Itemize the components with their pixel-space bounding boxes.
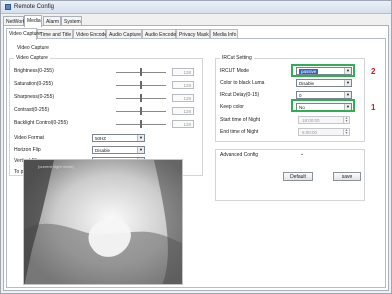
end-time-night-input[interactable]: 6:00:00 ▲ ▼ bbox=[298, 128, 350, 136]
horizon-flip-value: Disable bbox=[95, 148, 111, 153]
subtab-video-capture[interactable]: Video Capture bbox=[17, 45, 49, 51]
annotation-box-keep-color bbox=[291, 99, 355, 112]
saturation-label: Saturation(0-255) bbox=[14, 81, 53, 87]
spinner-icon[interactable]: ▲ ▼ bbox=[343, 128, 349, 135]
tab-video-capture[interactable]: Video Capture bbox=[6, 28, 41, 40]
chevron-icon[interactable]: ⌄ bbox=[300, 151, 304, 157]
group-title: IRCut Setting bbox=[220, 55, 254, 61]
sharpness-slider-thumb[interactable] bbox=[140, 94, 142, 102]
ircut-delay-label: IRcut Delay(0-15) bbox=[220, 92, 260, 98]
brightness-label: Brightness(0-255) bbox=[14, 68, 54, 74]
backlight-label: Backlight Control(0-255) bbox=[14, 120, 68, 126]
brightness-slider-thumb[interactable] bbox=[140, 68, 142, 76]
video-format-label: Video Format bbox=[14, 135, 44, 141]
default-button[interactable]: Default bbox=[283, 172, 313, 181]
backlight-slider-thumb[interactable] bbox=[140, 120, 142, 128]
advanced-config-label: Advanced Config bbox=[220, 152, 259, 158]
start-time-night-input[interactable]: 18:00:00 ▲ ▼ bbox=[298, 116, 350, 124]
chevron-down-icon: ▼ bbox=[344, 80, 351, 86]
app-icon bbox=[5, 4, 11, 10]
title-bar: Remote Config bbox=[1, 1, 391, 14]
video-image bbox=[24, 160, 182, 284]
contrast-value: 128 bbox=[172, 107, 194, 115]
contrast-slider-thumb[interactable] bbox=[140, 107, 142, 115]
video-overlay-label: (current night mode) bbox=[38, 164, 75, 169]
chevron-down-icon: ▼ bbox=[344, 92, 351, 98]
color-to-black-luma-select[interactable]: Disable ▼ bbox=[296, 79, 352, 87]
keep-color-label: Keep color bbox=[220, 104, 244, 110]
color-to-black-luma-label: Color to black Luma bbox=[220, 80, 265, 86]
saturation-slider-thumb[interactable] bbox=[140, 81, 142, 89]
color-to-black-luma-value: Disable bbox=[299, 81, 315, 86]
brightness-value: 128 bbox=[172, 68, 194, 76]
horizon-flip-label: Horizon Flip bbox=[14, 147, 41, 153]
annotation-marker-2: 2 bbox=[371, 67, 376, 76]
group-title: Video Capture bbox=[14, 55, 50, 61]
video-format-select[interactable]: 50HZ ▼ bbox=[92, 134, 145, 142]
start-time-night-label: Start time of Night bbox=[220, 117, 261, 123]
end-time-night-value: 6:00:00 bbox=[302, 130, 318, 135]
sharpness-value: 128 bbox=[172, 94, 194, 102]
sharpness-label: Sharpness(0-255) bbox=[14, 94, 55, 100]
annotation-box-ircut-mode bbox=[291, 64, 355, 77]
backlight-value: 128 bbox=[172, 120, 194, 128]
end-time-night-label: End time of Night bbox=[220, 129, 259, 135]
video-preview[interactable]: (current night mode) bbox=[23, 159, 183, 285]
spinner-icon[interactable]: ▲ ▼ bbox=[343, 116, 349, 123]
tab-media[interactable]: Media bbox=[24, 15, 42, 27]
contrast-label: Contrast(0-255) bbox=[14, 107, 50, 113]
annotation-marker-1: 1 bbox=[371, 103, 376, 112]
ircut-mode-label: IRCUT Mode bbox=[220, 68, 250, 74]
horizon-flip-select[interactable]: Disable ▼ bbox=[92, 146, 145, 154]
start-time-night-value: 18:00:00 bbox=[302, 118, 320, 123]
remote-config-window: Remote Config NetWork Media Alarm System… bbox=[0, 0, 392, 294]
save-button[interactable]: save bbox=[333, 172, 361, 181]
video-format-value: 50HZ bbox=[95, 136, 107, 141]
saturation-value: 128 bbox=[172, 81, 194, 89]
ircut-delay-select[interactable]: 0 ▼ bbox=[296, 91, 352, 99]
ircut-delay-value: 0 bbox=[299, 93, 302, 98]
window-title: Remote Config bbox=[14, 4, 55, 10]
chevron-down-icon: ▼ bbox=[137, 147, 144, 153]
chevron-down-icon: ▼ bbox=[137, 135, 144, 141]
